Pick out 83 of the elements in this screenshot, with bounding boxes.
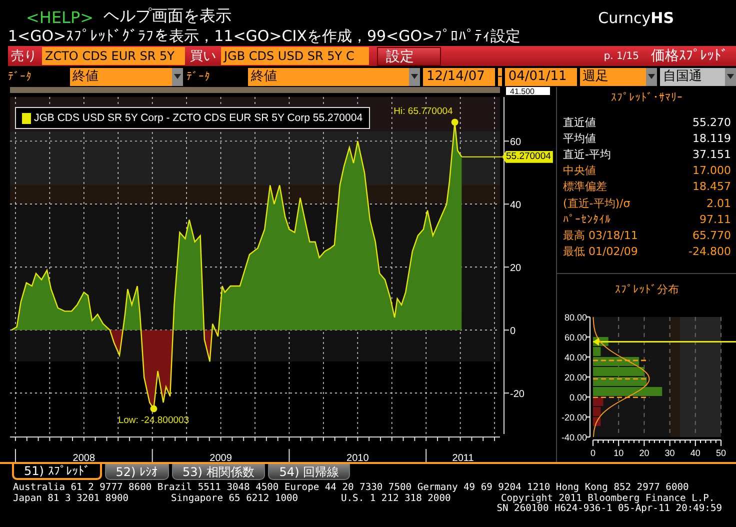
date-separator: - bbox=[498, 68, 502, 86]
summary-value: 65.770 bbox=[692, 228, 731, 242]
year-label: 2008 bbox=[72, 453, 96, 462]
y-tick-label: 0.00 bbox=[569, 392, 587, 402]
y-tick-label: 20.00 bbox=[564, 372, 587, 382]
year-label: 2009 bbox=[210, 453, 232, 462]
summary-label: 直近-平均 bbox=[563, 146, 611, 162]
view-tab[interactable]: 53) 相関係数 bbox=[172, 464, 266, 480]
settings-button[interactable]: 設定 bbox=[377, 46, 441, 66]
histogram-bar bbox=[593, 367, 644, 376]
command-hints: 1<GO>ｽﾌﾟﾚｯﾄﾞｸﾞﾗﾌを表示，11<GO>CIXを作成，99<GO>ﾌﾟﾛﾊﾟﾃｨ設定 bbox=[7, 27, 522, 45]
extreme-marker bbox=[150, 405, 158, 412]
summary-label: 中央値 bbox=[563, 163, 596, 178]
y-tick-label: -20.00 bbox=[561, 412, 587, 422]
start-date-field[interactable]: 12/14/07 bbox=[423, 68, 495, 86]
summary-value: 18.119 bbox=[692, 132, 731, 145]
y-tick-label: -20 bbox=[510, 389, 524, 400]
contact-numbers: Australia 61 2 9777 8600 Brazil 5511 3048 4500 Europe 44 20 7330 7500 Germany 49 69 9204 1210 Hong Kong 852 2977 6000 bbox=[13, 483, 689, 494]
y-tick-label: 40 bbox=[510, 200, 522, 212]
summary-value: 18.457 bbox=[692, 180, 731, 194]
view-tab[interactable]: 52) ﾚｼｵ bbox=[104, 464, 169, 480]
summary-title: ｽﾌﾟﾚｯﾄﾞ･ｻﾏﾘｰ bbox=[610, 91, 684, 104]
summary-label: 標準偏差 bbox=[563, 179, 607, 194]
buy-label: 買い bbox=[189, 48, 217, 65]
market-sector: CurncyHS bbox=[598, 9, 674, 27]
x-tick-label: 10 bbox=[614, 448, 624, 458]
legend-swatch-icon bbox=[22, 112, 31, 124]
legend-text: JGB CDS USD SR 5Y Corp - ZCTO CDS EUR SR 5Y Corp 55.270004 bbox=[34, 112, 363, 124]
x-tick-label: 40 bbox=[690, 448, 700, 458]
page-number: p. 1/15 bbox=[604, 50, 639, 62]
distribution-title: ｽﾌﾟﾚｯﾄﾞ分布 bbox=[614, 282, 680, 297]
help-command[interactable]: <HELP> bbox=[26, 8, 94, 27]
reference-line bbox=[593, 396, 650, 398]
summary-value: 2.01 bbox=[706, 196, 731, 210]
sell-label: 売り bbox=[10, 48, 38, 65]
extreme-label: Low: -24.800003 bbox=[118, 414, 190, 426]
summary-label: (直近-平均)/σ bbox=[563, 196, 630, 211]
pointer-icon bbox=[593, 338, 599, 346]
copyright-text: Copyright 2011 Bloomberg Finance L.P. bbox=[501, 494, 715, 504]
summary-value: 97.11 bbox=[700, 212, 731, 226]
summary-label: 最高 03/18/11 bbox=[563, 228, 638, 243]
reference-line bbox=[593, 360, 650, 362]
contact-us: U.S. 1 212 318 2000 bbox=[341, 492, 451, 504]
data-label: ﾃﾞｰﾀ bbox=[8, 70, 33, 83]
summary-value: 37.151 bbox=[692, 148, 731, 161]
y-tick-label: 60.00 bbox=[564, 332, 587, 342]
x-tick-label: 30 bbox=[664, 448, 675, 458]
view-tab[interactable]: 51) ｽﾌﾟﾚｯﾄﾞ bbox=[12, 464, 102, 480]
summary-value: -24.800 bbox=[688, 245, 731, 258]
y-tick-label: 40.00 bbox=[564, 352, 587, 362]
sell-security-field[interactable]: ZCTO CDS EUR SR 5Y bbox=[42, 47, 185, 65]
overview-value: 41.500 bbox=[510, 87, 534, 96]
extreme-marker bbox=[451, 118, 458, 126]
y-tick-label: 60 bbox=[510, 137, 522, 148]
x-tick-label: 50 bbox=[716, 448, 726, 458]
y-tick-label: 0 bbox=[510, 326, 516, 338]
year-label: 2010 bbox=[346, 453, 369, 462]
extreme-label: Hi: 65.770004 bbox=[394, 106, 453, 118]
view-tab[interactable]: 54) 回帰線 bbox=[268, 464, 350, 480]
summary-value: 17.000 bbox=[692, 164, 731, 178]
screen-title: 価格ｽﾌﾟﾚｯﾄﾞ bbox=[651, 47, 728, 65]
summary-label: 直近値 bbox=[563, 114, 596, 130]
help-text: ヘルプ画面を表示 bbox=[104, 6, 232, 27]
summary-label: 平均値 bbox=[563, 130, 596, 146]
period-dropdown[interactable]: 週足 bbox=[580, 68, 658, 86]
contact-japan: Japan 81 3 3201 8900 bbox=[13, 492, 129, 504]
currency-dropdown[interactable]: 自国通 bbox=[660, 68, 736, 86]
summary-value: 55.270 bbox=[692, 116, 731, 129]
data-dropdown[interactable]: 終値 bbox=[248, 68, 420, 86]
summary-label: ﾊﾟｰｾﾝﾀｲﾙ bbox=[563, 212, 611, 226]
year-label: 2011 bbox=[452, 453, 474, 462]
contact-singapore: Singapore 65 6212 1000 bbox=[171, 492, 298, 504]
data-dropdown[interactable]: 終値 bbox=[70, 68, 184, 86]
y-tick-label: -40.00 bbox=[561, 432, 587, 442]
y-tick-label: 20 bbox=[510, 263, 522, 274]
x-tick-label: 0 bbox=[590, 448, 596, 458]
y-tick-label: 80.00 bbox=[564, 312, 587, 322]
buy-security-field[interactable]: JGB CDS USD SR 5Y C bbox=[221, 47, 369, 65]
session-info: SN 260100 H624-936-1 05-Apr-11 20:49:59 bbox=[496, 504, 722, 514]
data-label: ﾃﾞｰﾀ bbox=[186, 70, 212, 83]
summary-label: 最低 01/02/09 bbox=[563, 244, 638, 260]
x-tick-label: 20 bbox=[639, 448, 650, 458]
end-date-field[interactable]: 04/01/11 bbox=[505, 68, 577, 86]
